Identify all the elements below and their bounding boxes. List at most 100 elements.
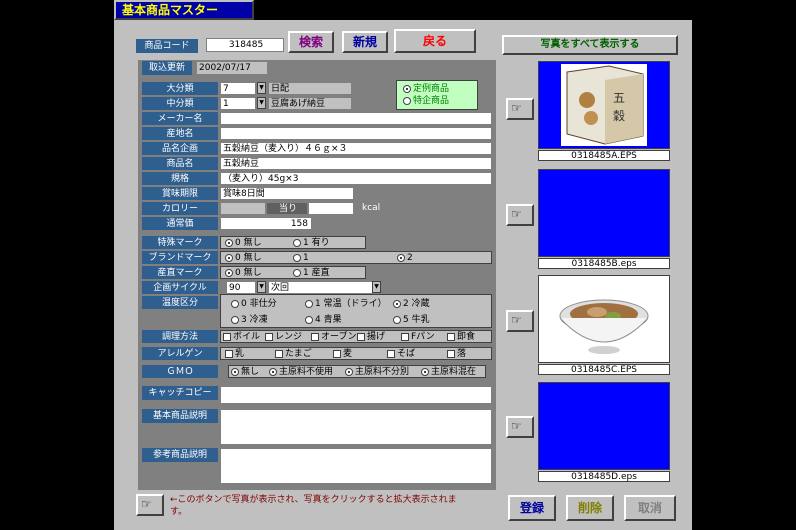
svg-text:五: 五	[613, 91, 625, 105]
origin-mark-0[interactable]: 0 無し	[225, 267, 262, 279]
brand-mark-2[interactable]: 2	[397, 252, 413, 264]
spec-input[interactable]: （麦入り）45g×3	[220, 172, 492, 185]
cancel-button[interactable]: 取消	[624, 495, 676, 521]
main-panel: 商品コード 318485 検索 新規 戻る 写真をすべて表示する 取込更新 20…	[114, 20, 692, 530]
delete-button[interactable]: 削除	[566, 495, 614, 521]
hand-pointer-icon: ☞	[511, 101, 522, 115]
register-button[interactable]: 登録	[508, 495, 556, 521]
gmo-group: 無し 主原料不使用 主原料不分別 主原料混在	[228, 365, 486, 378]
brand-mark-group: 0 無し 1 2	[220, 251, 492, 264]
photo-d-button[interactable]: ☞	[506, 416, 534, 438]
special-mark-0[interactable]: 0 無し	[225, 237, 262, 249]
temp-0[interactable]: 0 非仕分	[231, 298, 277, 310]
chevron-down-icon[interactable]: ▼	[257, 82, 266, 94]
expiry-label: 賞味期限	[142, 187, 218, 200]
kikaku-name-input[interactable]: 五穀納豆（麦入り）４６ｇ×３	[220, 142, 492, 155]
calorie-per: 当り	[266, 202, 308, 215]
basic-desc-input[interactable]	[220, 409, 492, 445]
allergen-wheat[interactable]: 麦	[333, 348, 352, 360]
cooking-range[interactable]: レンジ	[265, 331, 302, 343]
temp-4[interactable]: 4 青果	[305, 314, 342, 326]
ref-desc-input[interactable]	[220, 448, 492, 484]
chevron-down-icon[interactable]: ▼	[372, 281, 381, 293]
back-button[interactable]: 戻る	[394, 29, 476, 53]
cooking-instant[interactable]: 即食	[447, 331, 475, 343]
allergen-label: アレルゲン	[142, 347, 218, 360]
updated-value: 2002/07/17	[196, 61, 268, 75]
product-type-group: 定例商品 特企商品	[396, 80, 478, 110]
calorie-label: カロリー	[142, 202, 218, 215]
photo-hint-text: ←このボタンで写真が表示され、写真をクリックすると拡大表示されます。	[170, 495, 457, 517]
photo-a-caption: 0318485A.EPS	[538, 150, 670, 161]
temp-2[interactable]: 2 冷蔵	[393, 298, 430, 310]
photo-d[interactable]	[538, 382, 670, 470]
basic-desc-label: 基本商品説明	[142, 409, 218, 423]
gmo-mixed[interactable]: 主原料混在	[421, 366, 476, 378]
search-button[interactable]: 検索	[288, 31, 334, 53]
type-special[interactable]: 特企商品	[403, 95, 471, 107]
spec-label: 規格	[142, 172, 218, 185]
photo-a[interactable]: 五 穀	[538, 61, 670, 149]
allergen-soba[interactable]: そば	[387, 348, 415, 360]
origin-input[interactable]	[220, 127, 492, 140]
cooking-group: ボイル レンジ オーブン 揚げ Fパン 即食	[220, 330, 492, 343]
natto-package-image: 五 穀	[539, 62, 669, 148]
origin-mark-1[interactable]: 1 産直	[293, 267, 330, 279]
photo-a-button[interactable]: ☞	[506, 98, 534, 120]
chevron-down-icon[interactable]: ▼	[257, 97, 266, 109]
gmo-unsegregated[interactable]: 主原料不分別	[345, 366, 409, 378]
special-mark-1[interactable]: 1 有り	[293, 237, 330, 249]
temp-label: 温度区分	[142, 296, 218, 309]
temp-5[interactable]: 5 牛乳	[393, 314, 430, 326]
catchcopy-input[interactable]	[220, 386, 492, 404]
new-button[interactable]: 新規	[342, 31, 388, 53]
brand-mark-0[interactable]: 0 無し	[225, 252, 262, 264]
hand-pointer-icon: ☞	[511, 313, 522, 327]
cooking-fry[interactable]: 揚げ	[357, 331, 385, 343]
photo-c-caption: 0318485C.EPS	[538, 364, 670, 375]
ref-desc-label: 参考商品説明	[142, 448, 218, 462]
allergen-egg[interactable]: たまご	[275, 348, 312, 360]
expiry-input[interactable]: 賞味8日間	[220, 187, 354, 200]
photo-b-button[interactable]: ☞	[506, 204, 534, 226]
cycle-code[interactable]: 90	[226, 281, 256, 294]
cycle-label: 企画サイクル	[142, 281, 218, 294]
temp-3[interactable]: 3 冷凍	[231, 314, 268, 326]
type-regular[interactable]: 定例商品	[403, 83, 471, 95]
brand-mark-label: ブランドマーク	[142, 251, 218, 264]
show-all-photos-button[interactable]: 写真をすべて表示する	[502, 35, 678, 55]
maker-input[interactable]	[220, 112, 492, 125]
code-input[interactable]: 318485	[206, 38, 284, 52]
brand-mark-1[interactable]: 1	[293, 252, 309, 264]
cooking-fpan[interactable]: Fパン	[401, 331, 435, 343]
catchcopy-label: キャッチコピー	[142, 386, 218, 400]
price-label: 通常価	[142, 217, 218, 230]
calorie-amount[interactable]	[220, 202, 266, 215]
gmo-not-used[interactable]: 主原料不使用	[269, 366, 333, 378]
daibunrui-name: 日配	[268, 82, 352, 95]
cooking-boil[interactable]: ボイル	[223, 331, 260, 343]
code-label: 商品コード	[136, 39, 198, 53]
photo-b[interactable]	[538, 169, 670, 257]
allergen-peanut[interactable]: 落	[447, 348, 466, 360]
chevron-down-icon[interactable]: ▼	[257, 281, 266, 293]
price-input[interactable]: 158	[220, 217, 312, 230]
origin-label: 産地名	[142, 127, 218, 140]
hand-pointer-icon: ☞	[511, 419, 522, 433]
cooking-oven[interactable]: オーブン	[311, 331, 356, 343]
temp-1[interactable]: 1 常温（ドライ）	[305, 298, 387, 310]
photo-c[interactable]	[538, 275, 670, 363]
cycle-name[interactable]: 次回	[268, 281, 380, 294]
calorie-input[interactable]	[308, 202, 354, 215]
product-name-input[interactable]: 五穀納豆	[220, 157, 492, 170]
gmo-none[interactable]: 無し	[231, 366, 259, 378]
photo-b-caption: 0318485B.eps	[538, 258, 670, 269]
hint-photo-button[interactable]: ☞	[136, 494, 164, 516]
allergen-group: 乳 たまご 麦 そば 落	[220, 347, 492, 360]
photo-c-button[interactable]: ☞	[506, 310, 534, 332]
chubunrui-code[interactable]: 1	[220, 97, 256, 110]
daibunrui-label: 大分類	[142, 82, 218, 95]
product-name-label: 商品名	[142, 157, 218, 170]
daibunrui-code[interactable]: 7	[220, 82, 256, 95]
allergen-milk[interactable]: 乳	[225, 348, 244, 360]
